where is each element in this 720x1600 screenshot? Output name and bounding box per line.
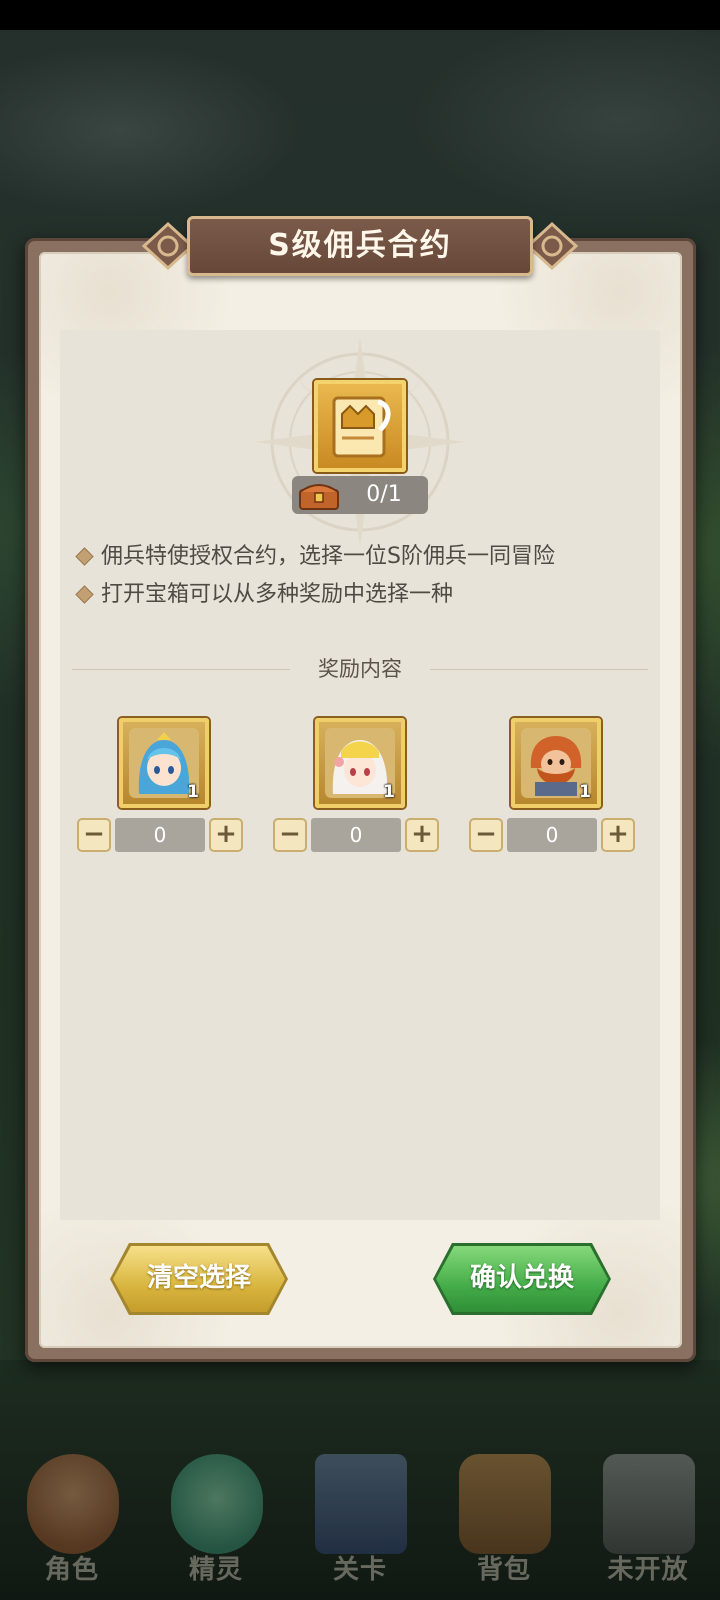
increase-button[interactable]: + [209, 818, 243, 852]
reward-count: 1 [579, 782, 591, 802]
decrease-button[interactable]: − [273, 818, 307, 852]
quantity-value: 0 [507, 818, 597, 852]
contract-item[interactable] [314, 380, 406, 472]
status-bar [0, 0, 720, 30]
increase-button[interactable]: + [405, 818, 439, 852]
decrease-button[interactable]: − [77, 818, 111, 852]
nav-label: 未开放 [607, 1555, 689, 1585]
backpack-icon [459, 1454, 551, 1554]
nav-item-backpack[interactable]: 背包 [439, 1440, 569, 1600]
reward-count: 1 [383, 782, 395, 802]
nav-label: 关卡 [332, 1555, 387, 1585]
bottom-nav: 角色 精灵 关卡 背包 未开放 [0, 1440, 720, 1600]
description-text: 佣兵特使授权合约，选择一位S阶佣兵一同冒险 [101, 544, 555, 569]
quantity-value: 0 [311, 818, 401, 852]
confirm-exchange-button[interactable]: 确认兑换 [436, 1246, 608, 1312]
description-line: 佣兵特使授权合约，选择一位S阶佣兵一同冒险 [74, 540, 555, 574]
quantity-value: 0 [115, 818, 205, 852]
nav-label: 角色 [44, 1555, 99, 1585]
reward-item: 1 − 0 + [77, 718, 249, 858]
nav-item-stage[interactable]: 关卡 [295, 1440, 425, 1600]
description-text: 打开宝箱可以从多种奖励中选择一种 [101, 582, 454, 607]
reward-item: 1 − 0 + [469, 718, 641, 858]
locked-icon [603, 1454, 695, 1554]
nav-item-character[interactable]: 角色 [7, 1440, 137, 1600]
contract-scroll-icon [332, 396, 391, 458]
nav-item-locked: 未开放 [583, 1440, 713, 1600]
nav-label: 精灵 [188, 1555, 243, 1585]
diamond-bullet-icon [75, 546, 94, 566]
reward-section-title: 奖励内容 [318, 657, 402, 681]
reward-item: 1 − 0 + [273, 718, 445, 858]
treasure-chest-icon [299, 484, 339, 510]
section-divider [72, 669, 290, 670]
description-line: 打开宝箱可以从多种奖励中选择一种 [74, 578, 453, 612]
stage-icon [315, 1454, 407, 1554]
reward-card[interactable]: 1 [315, 718, 405, 808]
reward-card[interactable]: 1 [119, 718, 209, 808]
spirit-icon [171, 1454, 263, 1554]
section-divider [430, 669, 648, 670]
nav-label: 背包 [476, 1555, 531, 1585]
decrease-button[interactable]: − [469, 818, 503, 852]
increase-button[interactable]: + [601, 818, 635, 852]
clear-selection-button[interactable]: 清空选择 [113, 1246, 285, 1312]
dialog-title: S级佣兵合约 [268, 228, 452, 263]
contract-counter: 0/1 [366, 482, 402, 507]
reward-card[interactable]: 1 [511, 718, 601, 808]
character-icon [27, 1454, 119, 1554]
nav-item-spirit[interactable]: 精灵 [151, 1440, 281, 1600]
diamond-bullet-icon [75, 584, 94, 604]
reward-count: 1 [187, 782, 199, 802]
